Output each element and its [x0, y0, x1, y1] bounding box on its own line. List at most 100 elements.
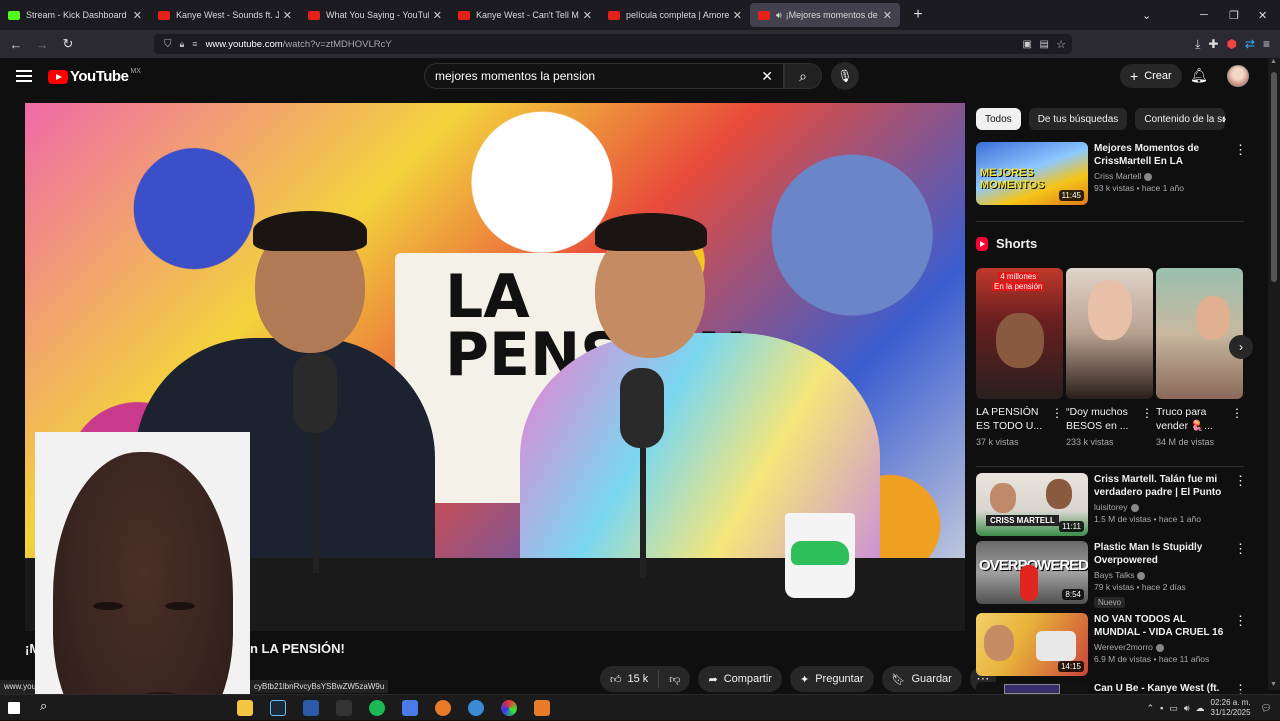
taskbar-search-icon[interactable]: ⌕: [40, 698, 47, 714]
browser-tab[interactable]: 🔊︎¡Mejores momentos de Cris ✕: [750, 3, 900, 27]
short-title[interactable]: Truco para vender 🪼...: [1156, 405, 1228, 433]
network-icon[interactable]: ▭: [1169, 703, 1178, 714]
more-options-icon[interactable]: ⋮: [1234, 473, 1247, 489]
guide-menu-icon[interactable]: [16, 70, 32, 82]
channel-name[interactable]: luisitorey: [1094, 502, 1128, 512]
recommendation-title[interactable]: NO VAN TODOS AL MUNDIAL - VIDA CRUEL 16: [1094, 613, 1224, 639]
app-icon[interactable]: [402, 700, 418, 716]
more-options-icon[interactable]: ⋮: [1234, 142, 1247, 158]
short-title[interactable]: “Doy muchos BESOS en ...: [1066, 405, 1138, 433]
close-tab-icon[interactable]: ✕: [883, 9, 892, 22]
short-item[interactable]: Truco para vender 🪼... 34 M de vistas ⋮: [1156, 268, 1243, 447]
permissions-icon[interactable]: ≡: [192, 39, 197, 49]
lock-icon[interactable]: 🔒︎: [180, 39, 185, 50]
ublock-icon[interactable]: ⬢: [1226, 37, 1236, 51]
recommendation-item[interactable]: CRISS MARTELL 11:11 Criss Martell. Talán…: [976, 473, 1247, 537]
recommendation-item[interactable]: OVERPOWERED 8:54 Plastic Man Is Stupidly…: [976, 541, 1247, 608]
file-explorer-icon[interactable]: [237, 700, 253, 716]
recommendation-title[interactable]: Criss Martell. Talán fue mi verdadero pa…: [1094, 473, 1224, 499]
shield-icon[interactable]: ⛉: [164, 39, 172, 50]
browser-tab[interactable]: Kanye West - Can't Tell Me Noth ✕: [450, 0, 600, 30]
spotify-icon[interactable]: [369, 700, 385, 716]
more-options-icon[interactable]: ⋮: [1051, 406, 1063, 420]
chip-contenido[interactable]: Contenido de la se: [1135, 108, 1226, 130]
voice-search-button[interactable]: 🎙︎: [831, 62, 859, 90]
short-item[interactable]: 4 millones En la pensión LA PENSIÓN ES T…: [976, 268, 1063, 447]
scroll-down-arrow-icon[interactable]: ▼: [1270, 681, 1277, 688]
volume-icon[interactable]: 🔊︎: [1184, 703, 1190, 714]
recommendation-thumbnail[interactable]: 14:15: [976, 613, 1088, 676]
short-thumbnail[interactable]: [1156, 268, 1243, 399]
more-options-icon[interactable]: ⋮: [1234, 682, 1246, 694]
browser-tab[interactable]: What You Saying - YouTube ✕: [300, 0, 450, 30]
page-scrollbar[interactable]: ▲ ▼: [1268, 58, 1280, 690]
steam-icon[interactable]: [270, 700, 286, 716]
share-button[interactable]: ➦ Compartir: [698, 666, 782, 692]
tray-chevron-icon[interactable]: ⌃: [1147, 703, 1155, 714]
channel-name[interactable]: Werever2morro: [1094, 642, 1153, 652]
chip-de-tus-busquedas[interactable]: De tus búsquedas: [1028, 108, 1128, 130]
search-input[interactable]: mejores momentos la pension ✕: [424, 63, 784, 89]
recommendation-title[interactable]: Plastic Man Is Stupidly Overpowered: [1094, 541, 1224, 567]
notification-center-icon[interactable]: 💬︎: [1261, 703, 1272, 714]
close-tab-icon[interactable]: ✕: [733, 9, 742, 22]
reload-icon[interactable]: ↻: [57, 36, 79, 52]
close-tab-icon[interactable]: ✕: [583, 9, 592, 22]
scrollbar-thumb[interactable]: [1271, 72, 1277, 282]
reader-view-icon[interactable]: ▤: [1040, 39, 1049, 50]
recommendation-item[interactable]: 14:15 NO VAN TODOS AL MUNDIAL - VIDA CRU…: [976, 613, 1247, 677]
more-options-icon[interactable]: ⋮: [1141, 406, 1153, 420]
browser-tab[interactable]: Stream - Kick Dashboard ✕: [0, 0, 150, 30]
recommendation-item[interactable]: MEJORES MOMENTOS 11:45 Mejores Momentos …: [976, 142, 1247, 206]
youtube-logo[interactable]: YouTube MX: [48, 68, 141, 85]
maximize-button[interactable]: ❐: [1229, 0, 1239, 30]
recommendation-thumbnail[interactable]: OVERPOWERED 8:54: [976, 541, 1088, 604]
search-button[interactable]: ⌕: [784, 63, 822, 89]
save-button[interactable]: 🔖︎ Guardar: [881, 666, 962, 692]
recommendation-thumbnail[interactable]: CRISS MARTELL 11:11: [976, 473, 1088, 536]
tab-list-chevron-icon[interactable]: ⌄: [1142, 0, 1151, 30]
back-arrow-icon[interactable]: ←: [5, 37, 27, 52]
taskbar-clock[interactable]: 02:26 a. m. 31/12/2025: [1211, 698, 1251, 718]
recommendation-title[interactable]: Can U Be - Kanye West (ft.: [1094, 682, 1224, 694]
create-button[interactable]: + Crear: [1120, 64, 1182, 88]
forward-arrow-icon[interactable]: →: [31, 37, 53, 52]
browser-tab[interactable]: Kanye West - Sounds ft. Juice W ✕: [150, 0, 300, 30]
new-tab-button[interactable]: +: [908, 6, 928, 24]
firefox-icon[interactable]: [534, 700, 550, 716]
extensions-icon[interactable]: ✚: [1208, 37, 1218, 51]
chip-todos[interactable]: Todos: [976, 108, 1021, 130]
epic-games-icon[interactable]: [336, 700, 352, 716]
picture-in-picture-icon[interactable]: ▣: [1023, 39, 1032, 50]
recommendation-item[interactable]: Can U Be - Kanye West (ft. ⋮: [976, 682, 1246, 694]
minimize-button[interactable]: ─: [1200, 0, 1208, 30]
close-tab-icon[interactable]: ✕: [433, 9, 442, 22]
like-button[interactable]: 👍︎ 15 k: [600, 670, 660, 688]
translate-icon[interactable]: ⇄: [1245, 37, 1255, 51]
channel-name[interactable]: Criss Martell: [1094, 171, 1141, 181]
capcut-icon[interactable]: [468, 700, 484, 716]
shorts-next-chevron-icon[interactable]: ›: [1229, 335, 1253, 359]
short-thumbnail[interactable]: 4 millones En la pensión: [976, 268, 1063, 399]
ask-button[interactable]: ✦ Preguntar: [789, 666, 874, 692]
more-options-icon[interactable]: ⋮: [1231, 406, 1243, 420]
more-options-icon[interactable]: ⋮: [1234, 613, 1247, 629]
downloads-icon[interactable]: ⤓: [1195, 37, 1200, 52]
recommendation-thumbnail[interactable]: [976, 682, 1088, 694]
recommendation-thumbnail[interactable]: MEJORES MOMENTOS 11:45: [976, 142, 1088, 205]
menu-icon[interactable]: ≡: [1263, 37, 1270, 51]
close-window-button[interactable]: ✕: [1258, 0, 1267, 30]
tab-audio-icon[interactable]: 🔊︎: [776, 10, 782, 21]
chips-next-chevron-icon[interactable]: ›: [1222, 111, 1226, 126]
channel-name[interactable]: Bays Talks: [1094, 570, 1134, 580]
scroll-up-arrow-icon[interactable]: ▲: [1270, 58, 1277, 65]
short-thumbnail[interactable]: [1066, 268, 1153, 399]
address-bar[interactable]: ⛉ 🔒︎ ≡ www.youtube.com/watch?v=ztMDHOVLR…: [154, 34, 1072, 54]
clear-search-icon[interactable]: ✕: [761, 68, 773, 85]
recommendation-title[interactable]: Mejores Momentos de CrissMartell En LA P…: [1094, 142, 1224, 168]
account-avatar[interactable]: [1227, 65, 1249, 87]
browser-tab[interactable]: película completa | Amores p ✕: [600, 0, 750, 30]
notifications-bell-icon[interactable]: 🔔︎: [1190, 67, 1208, 84]
tray-misc-icon[interactable]: ☁: [1196, 703, 1205, 714]
close-tab-icon[interactable]: ✕: [133, 9, 142, 22]
